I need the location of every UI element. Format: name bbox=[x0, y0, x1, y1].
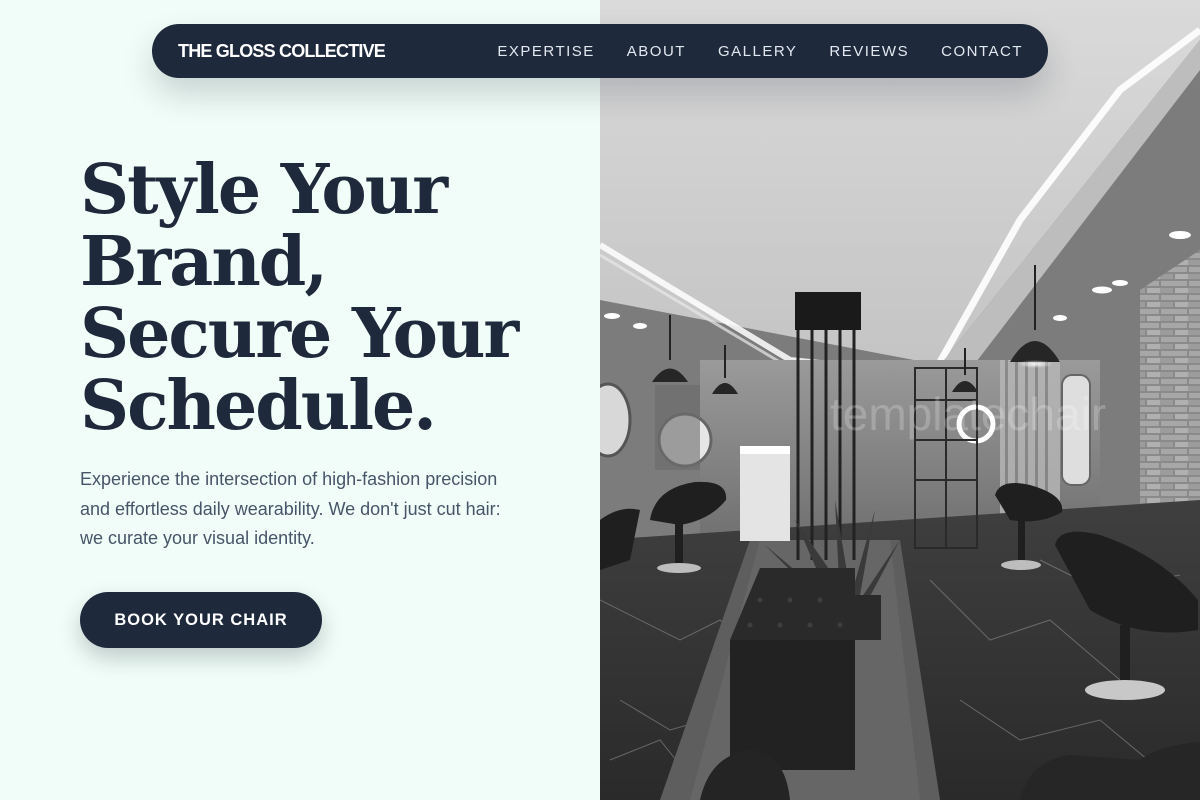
nav-link-about[interactable]: ABOUT bbox=[627, 43, 686, 60]
hero-description: Experience the intersection of high-fash… bbox=[80, 469, 501, 548]
nav-link-gallery[interactable]: GALLERY bbox=[718, 43, 797, 60]
svg-text:templatechair: templatechair bbox=[830, 388, 1106, 440]
nav-links: EXPERTISE ABOUT GALLERY REVIEWS CONTACT bbox=[497, 43, 1023, 60]
hero-title: Style Your Brand, Secure Your Schedule. bbox=[80, 154, 580, 442]
nav-link-contact[interactable]: CONTACT bbox=[941, 43, 1023, 60]
brand-logo[interactable]: THE GLOSS COLLECTIVE bbox=[178, 41, 386, 62]
hero-title-line: Style Your bbox=[80, 150, 448, 230]
nav-link-expertise[interactable]: EXPERTISE bbox=[497, 43, 594, 60]
nav-link-reviews[interactable]: REVIEWS bbox=[829, 43, 909, 60]
salon-interior-photo: templatechair bbox=[600, 0, 1200, 800]
hero-title-line: Schedule. bbox=[80, 366, 437, 446]
hero-title-line: Secure Your bbox=[80, 294, 519, 374]
book-your-chair-button[interactable]: BOOK YOUR CHAIR bbox=[80, 592, 322, 648]
hero-title-line: Brand, bbox=[80, 222, 328, 302]
hero-image-pane: templatechair bbox=[600, 0, 1200, 800]
top-navbar: THE GLOSS COLLECTIVE EXPERTISE ABOUT GAL… bbox=[152, 24, 1048, 78]
